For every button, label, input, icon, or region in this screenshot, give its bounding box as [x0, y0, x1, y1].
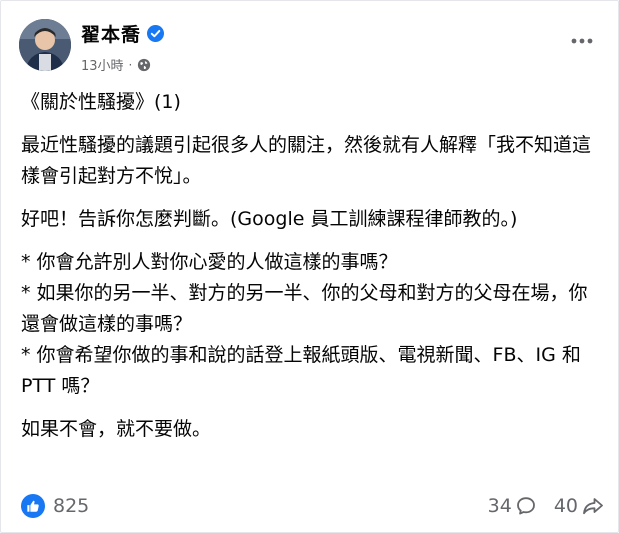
- post-timestamp[interactable]: 13小時: [81, 55, 124, 74]
- post-title: 《關於性騷擾》(1): [21, 91, 181, 113]
- globe-icon[interactable]: [137, 58, 151, 72]
- author-header: 翟本喬: [81, 20, 165, 47]
- meta-separator: ·: [128, 57, 133, 72]
- post-footer: 825 34 40: [21, 489, 604, 523]
- post-bullet: * 你會希望你做的事和說的話登上報紙頭版、電視新聞、FB、IG 和 PTT 嗎？: [21, 344, 581, 397]
- post-body: 《關於性騷擾》(1) 最近性騷擾的議題引起很多人的關注，然後就有人解釋「我不知道…: [21, 87, 606, 457]
- post-bullet: * 你會允許別人對你心愛的人做這樣的事嗎？: [21, 251, 398, 273]
- comment-icon: [516, 497, 535, 515]
- engagement-stats: 34 40: [488, 495, 604, 517]
- author-avatar[interactable]: [19, 19, 71, 71]
- more-options-button[interactable]: [568, 31, 596, 51]
- post-paragraph: 如果不會，就不要做。: [21, 418, 212, 440]
- post-meta: 13小時 ·: [81, 55, 151, 74]
- ellipsis-icon: [571, 38, 593, 44]
- post-card: 翟本喬 13小時 · 《關於性騷擾》(1) 最近性騷擾的議題引起很多人的關注，然…: [0, 0, 619, 533]
- shares-link[interactable]: 40: [554, 495, 604, 517]
- verified-badge-icon: [147, 25, 165, 42]
- avatar-photo: [19, 19, 71, 71]
- like-count: 825: [53, 495, 90, 517]
- reactions-summary[interactable]: 825: [21, 494, 89, 518]
- post-paragraph: 好吧！告訴你怎麼判斷。(Google 員工訓練課程律師教的。): [21, 208, 518, 230]
- comments-link[interactable]: 34: [488, 495, 536, 517]
- post-bullet: * 如果你的另一半、對方的另一半、你的父母和對方的父母在場，你還會做這樣的事嗎？: [21, 282, 588, 335]
- comment-count: 34: [487, 495, 512, 517]
- share-count: 40: [553, 495, 578, 517]
- post-paragraph: 最近性騷擾的議題引起很多人的關注，然後就有人解釋「我不知道這樣會引起對方不悅」。: [21, 134, 592, 187]
- share-icon: [583, 498, 603, 515]
- author-name[interactable]: 翟本喬: [81, 20, 141, 47]
- thumbs-up-icon: [21, 494, 45, 518]
